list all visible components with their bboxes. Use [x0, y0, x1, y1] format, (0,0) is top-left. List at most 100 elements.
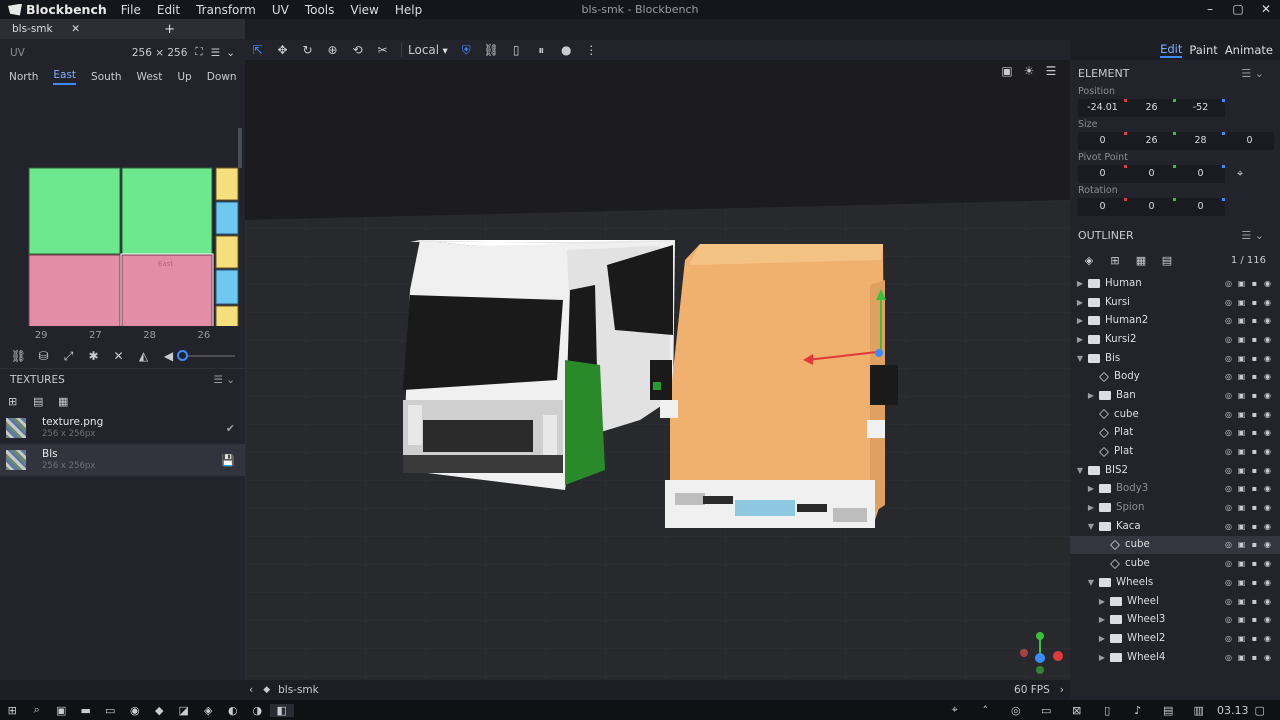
scene[interactable]	[245, 60, 1070, 680]
lock-icon[interactable]: ▪	[1248, 372, 1261, 381]
notifications-icon[interactable]: ▢	[1248, 704, 1273, 717]
pivot-icon[interactable]: ◎	[1222, 540, 1235, 549]
chevron-down-icon[interactable]: ▼	[1074, 354, 1086, 363]
face-tab-south[interactable]: South	[91, 71, 122, 83]
visibility-icon[interactable]: ◉	[1261, 298, 1274, 307]
visibility-icon[interactable]: ◉	[1261, 634, 1274, 643]
visibility-icon[interactable]: ◉	[1261, 503, 1274, 512]
position-x-input[interactable]: -24.01	[1078, 99, 1127, 117]
outliner-node[interactable]: ▶ Body3 ◎ ▣ ▪ ◉	[1070, 480, 1280, 499]
uv-map[interactable]: East	[0, 88, 245, 352]
lock-icon[interactable]: ▪	[1248, 335, 1261, 344]
pivot-icon[interactable]: ◎	[1222, 354, 1235, 363]
export-icon[interactable]: ▣	[1235, 335, 1248, 344]
chevron-right-icon[interactable]: ▶	[1074, 298, 1086, 307]
start-icon[interactable]: ⊞	[0, 704, 25, 717]
chevron-down-icon[interactable]: ▼	[1085, 578, 1097, 587]
tray-icon-5[interactable]: ▯	[1095, 704, 1120, 717]
visibility-icon[interactable]: ◉	[1261, 484, 1274, 493]
export-icon[interactable]: ▣	[1235, 503, 1248, 512]
pivot-icon[interactable]: ◎	[1222, 503, 1235, 512]
menu-item-file[interactable]: File	[121, 3, 141, 17]
face-tab-up[interactable]: Up	[177, 71, 191, 83]
mode-tab-edit[interactable]: Edit	[1160, 42, 1183, 58]
textures-menu-icon[interactable]: ☰ ⌄	[213, 374, 235, 386]
visibility-icon[interactable]: ◉	[1261, 615, 1274, 624]
visibility-icon[interactable]: ◉	[1261, 447, 1274, 456]
outliner-node[interactable]: ▶ Wheel ◎ ▣ ▪ ◉	[1070, 592, 1280, 611]
rotate-tool-icon[interactable]: ↻	[295, 43, 320, 57]
menu-item-view[interactable]: View	[350, 3, 378, 17]
pivot-tool-icon[interactable]: ⊕	[320, 43, 345, 57]
chevron-right-icon[interactable]: ▶	[1074, 279, 1086, 288]
pivot-icon[interactable]: ◎	[1222, 410, 1235, 419]
outliner-node[interactable]: ▶ Wheel2 ◎ ▣ ▪ ◉	[1070, 629, 1280, 648]
visibility-icon[interactable]: ◉	[1261, 597, 1274, 606]
visibility-icon[interactable]: ◉	[1261, 354, 1274, 363]
project-tab[interactable]: bls-smk ✕ +	[0, 19, 245, 39]
tray-chevron-icon[interactable]: ˄	[973, 704, 998, 717]
app-icon-1[interactable]: ▭	[98, 704, 123, 717]
mirror-icon[interactable]: ◭	[131, 349, 156, 363]
browser-icon[interactable]: ◑	[245, 704, 270, 717]
app-icon-2[interactable]: ◆	[147, 704, 172, 717]
lock-icon[interactable]: ▪	[1248, 428, 1261, 437]
visibility-icon[interactable]: ◉	[1261, 372, 1274, 381]
pivot-icon[interactable]: ◎	[1222, 559, 1235, 568]
lock-icon[interactable]: ▪	[1248, 503, 1261, 512]
uv-value[interactable]: 29	[35, 330, 48, 341]
lock-icon[interactable]: ▪	[1248, 634, 1261, 643]
uv-value[interactable]: 27	[89, 330, 102, 341]
uv-value[interactable]: 26	[198, 330, 211, 341]
pivot-y-input[interactable]: 0	[1127, 165, 1176, 183]
fullscreen-icon[interactable]: ⛶	[195, 46, 202, 59]
export-icon[interactable]: ▣	[1235, 466, 1248, 475]
uv-scrollbar[interactable]	[238, 128, 242, 168]
export-icon[interactable]: ▣	[1235, 653, 1248, 662]
visibility-icon[interactable]: ◉	[1261, 522, 1274, 531]
clock[interactable]: 03.13	[1217, 704, 1249, 717]
search-icon[interactable]: ⌕	[25, 703, 50, 717]
lock-icon[interactable]: ▪	[1248, 298, 1261, 307]
rotation-y-input[interactable]: 0	[1127, 198, 1176, 216]
lock-icon[interactable]: ▪	[1248, 279, 1261, 288]
pivot-icon[interactable]: ◎	[1222, 298, 1235, 307]
pivot-icon[interactable]: ◎	[1222, 578, 1235, 587]
export-icon[interactable]: ▣	[1235, 578, 1248, 587]
export-icon[interactable]: ▣	[1235, 615, 1248, 624]
outliner-node[interactable]: ▶ Kursi2 ◎ ▣ ▪ ◉	[1070, 330, 1280, 349]
vertex-snap-icon[interactable]: ⟲	[345, 43, 370, 57]
minimize-icon[interactable]: –	[1196, 0, 1224, 19]
pivot-icon[interactable]: ◎	[1222, 316, 1235, 325]
orange-bus-model[interactable]	[650, 244, 898, 528]
network-icon[interactable]: ▤	[1156, 704, 1181, 717]
vscode-icon[interactable]: ◪	[172, 704, 197, 717]
chevron-right-icon[interactable]: ▶	[1096, 597, 1108, 606]
export-icon[interactable]: ▣	[1235, 391, 1248, 400]
uv-zoom-slider[interactable]	[177, 350, 235, 361]
texture-check-icon[interactable]: ✔	[226, 422, 235, 435]
position-z-input[interactable]: -52	[1176, 99, 1225, 117]
size-x-input[interactable]: 0	[1078, 132, 1127, 150]
lock-icon[interactable]: ▪	[1248, 615, 1261, 624]
close-icon[interactable]: ✕	[1252, 0, 1280, 19]
export-icon[interactable]: ▣	[1235, 559, 1248, 568]
size-y-input[interactable]: 26	[1127, 132, 1176, 150]
edge-icon[interactable]: ◐	[221, 704, 246, 717]
outliner-node[interactable]: ▶ Wheel4 ◎ ▣ ▪ ◉	[1070, 648, 1280, 667]
face-tab-down[interactable]: Down	[207, 71, 237, 83]
export-icon[interactable]: ▣	[1235, 279, 1248, 288]
auto-uv-icon[interactable]: ✱	[81, 349, 106, 363]
outliner-node[interactable]: ▼ Bis ◎ ▣ ▪ ◉	[1070, 349, 1280, 368]
uv-value[interactable]: 28	[143, 330, 156, 341]
visibility-icon[interactable]: ◉	[1261, 559, 1274, 568]
chevron-right-icon[interactable]: ▶	[1096, 615, 1108, 624]
lock-icon[interactable]: ▪	[1248, 354, 1261, 363]
lock-icon[interactable]: ▪	[1248, 447, 1261, 456]
create-texture-icon[interactable]: ▤	[33, 395, 58, 408]
face-tab-east[interactable]: East	[53, 69, 77, 85]
file-explorer-icon[interactable]: ▬	[74, 704, 99, 717]
add-group-icon[interactable]: ⊞	[1102, 254, 1128, 267]
pivot-icon[interactable]: ◎	[1222, 522, 1235, 531]
size-z-input[interactable]: 28	[1176, 132, 1225, 150]
